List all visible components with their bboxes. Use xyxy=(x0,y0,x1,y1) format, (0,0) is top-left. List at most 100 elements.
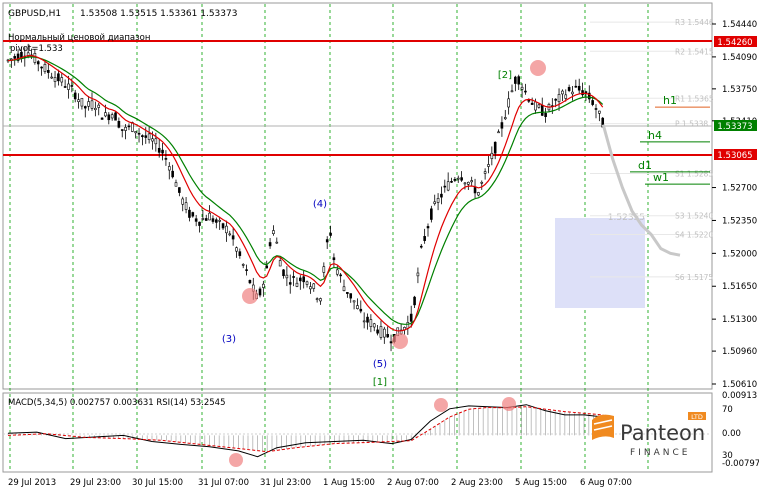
wave-label-4: (4) xyxy=(313,199,327,210)
price-candles xyxy=(6,43,605,352)
candle-body xyxy=(70,85,74,87)
candle-body xyxy=(144,135,148,138)
candle-body xyxy=(208,212,211,221)
pivot-name-w1: w1 xyxy=(653,171,669,184)
candle-body xyxy=(369,319,373,327)
price-tag-lower: 1.53065 xyxy=(717,151,752,161)
candle-body xyxy=(426,226,430,229)
time-tick-label: 30 Jul 15:00 xyxy=(132,478,183,488)
candle-body xyxy=(335,269,339,275)
price-tick-label: 1.52700 xyxy=(722,184,757,194)
candle-body xyxy=(57,73,60,82)
candle-body xyxy=(272,230,275,234)
candle-body xyxy=(598,110,601,114)
candle-body xyxy=(228,233,232,236)
candle-body xyxy=(87,101,90,107)
candle-body xyxy=(339,274,342,277)
candle-body xyxy=(164,158,168,160)
candle-body xyxy=(134,131,137,134)
candle-body xyxy=(372,323,376,328)
candle-body xyxy=(416,272,420,277)
candle-body xyxy=(299,277,302,282)
candle-body xyxy=(540,105,544,116)
candle-body xyxy=(463,182,467,185)
candle-body xyxy=(487,164,490,167)
price-tick-label: 1.54440 xyxy=(722,20,757,30)
candle-body xyxy=(490,152,494,159)
price-tick-label: 1.51650 xyxy=(722,282,757,292)
candle-body xyxy=(379,326,383,338)
candle-body xyxy=(285,274,289,279)
candle-body xyxy=(67,83,70,90)
ohlc-values: 1.53508 1.53515 1.53361 1.53373 xyxy=(80,9,237,19)
candle-body xyxy=(127,125,131,128)
candle-body xyxy=(157,147,161,153)
candle-body xyxy=(36,61,40,65)
candle-body xyxy=(577,85,581,91)
candle-body xyxy=(80,97,84,107)
price-axis[interactable]: 1.544401.540901.537501.534101.527001.523… xyxy=(712,20,757,390)
candle-body xyxy=(319,298,322,302)
candle-body xyxy=(225,225,228,234)
candle-body xyxy=(241,264,245,266)
candle-body xyxy=(141,135,144,138)
chart-canvas[interactable]: 1.52355 R3 1.5446R2 1.5415R1 1.5365P 1.5… xyxy=(0,0,759,493)
candle-body xyxy=(497,131,500,134)
candle-body xyxy=(231,235,235,240)
candle-body xyxy=(174,182,178,187)
candle-body xyxy=(514,76,517,84)
candle-body xyxy=(500,122,504,129)
brand-tagline: FINANCE xyxy=(630,448,690,458)
candle-body xyxy=(262,283,265,288)
candle-body xyxy=(238,251,242,256)
faded-pivot-label: P 1.5338 xyxy=(675,120,708,129)
candle-body xyxy=(107,114,111,121)
candle-body xyxy=(258,288,262,296)
candle-body xyxy=(591,100,594,105)
indicator-tick-label: -0.00797 xyxy=(722,459,759,469)
candle-body xyxy=(356,305,359,309)
candle-body xyxy=(221,223,225,229)
candle-body xyxy=(282,269,285,277)
marker-low-5 xyxy=(392,333,408,349)
candle-body xyxy=(83,106,87,109)
indicator-title: MACD(5,34,5) 0.002757 0.003631 RSI(14) 5… xyxy=(8,398,225,408)
candle-body xyxy=(13,56,17,59)
candle-body xyxy=(50,76,53,79)
candle-body xyxy=(571,91,574,95)
price-tag-current: 1.53373 xyxy=(717,122,752,132)
time-axis[interactable]: 29 Jul 2013 29 Jul 23:00 30 Jul 15:00 31 Ju… xyxy=(8,478,632,488)
candle-body xyxy=(268,242,272,247)
candle-body xyxy=(245,269,248,271)
candle-body xyxy=(493,141,497,154)
candle-body xyxy=(322,266,326,273)
candle-body xyxy=(60,77,64,83)
candle-body xyxy=(302,276,305,283)
candle-body xyxy=(561,90,564,95)
candle-body xyxy=(204,218,208,221)
candle-body xyxy=(147,133,151,140)
candle-body xyxy=(201,218,205,220)
candle-body xyxy=(419,245,423,248)
candle-body xyxy=(524,90,527,93)
candle-body xyxy=(510,90,514,93)
candle-body xyxy=(430,208,433,220)
candle-body xyxy=(349,293,353,299)
candle-body xyxy=(362,320,366,323)
time-tick-label: 2 Aug 07:00 xyxy=(387,478,439,488)
candle-body xyxy=(97,104,101,108)
candle-body xyxy=(218,220,221,222)
macd-line xyxy=(7,404,604,458)
candle-body xyxy=(235,247,238,252)
time-tick-label: 2 Aug 23:00 xyxy=(451,478,503,488)
candle-body xyxy=(409,313,413,322)
candle-body xyxy=(517,76,521,85)
symbol-label: GBPUSD,H1 xyxy=(8,9,61,19)
price-tick-label: 1.50610 xyxy=(722,380,757,390)
candle-body xyxy=(480,181,484,184)
candle-body xyxy=(124,126,127,131)
candle-body xyxy=(537,104,541,108)
faded-pivot-label: R1 1.5365 xyxy=(675,94,714,103)
time-tick-label: 31 Jul 23:00 xyxy=(260,478,311,488)
candle-body xyxy=(443,185,447,188)
